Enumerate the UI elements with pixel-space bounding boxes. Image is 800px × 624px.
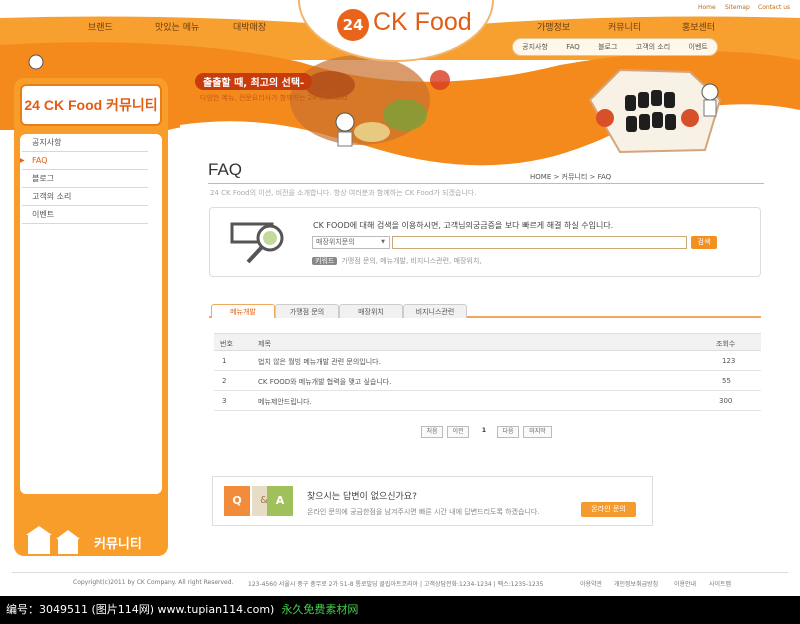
header-title: 제목	[258, 340, 271, 348]
sidebar-item-notice[interactable]: 공지사항	[22, 134, 148, 152]
community-subnav: 공지사항 FAQ 블로그 고객의 소리 이벤트	[512, 38, 718, 56]
sidebar-item-faq-label: FAQ	[32, 156, 48, 165]
page-next-button[interactable]: 다음	[497, 426, 519, 438]
mascot-girl-image	[28, 54, 44, 70]
keyword-line: 키워드 가맹점 문의, 메뉴개발, 비지니스관련, 매장위치,	[312, 256, 482, 266]
row-no: 2	[222, 377, 227, 385]
qa-q-badge: Q	[224, 486, 250, 516]
util-sitemap-link[interactable]: Sitemap	[725, 4, 750, 11]
row-views: 123	[722, 357, 736, 365]
sidebar-item-event[interactable]: 이벤트	[22, 206, 148, 224]
footer-divider	[12, 572, 788, 573]
page-first-button[interactable]: 처음	[421, 426, 443, 438]
qa-description: 온라인 문의에 궁금한점을 남겨주시면 빠른 시간 내에 답변드리도록 하겠습니…	[307, 508, 540, 516]
title-divider	[208, 183, 764, 184]
mascot-boy-image	[701, 83, 719, 101]
row-title[interactable]: 법치 않은 월빙 메뉴개발 관련 문의입니다.	[258, 357, 381, 367]
keyword-tag: 키워드	[312, 257, 338, 265]
footer-privacy-link[interactable]: 개인정보취급방침	[614, 579, 658, 588]
sidebar-title: 24 CK Food 커뮤니티	[20, 84, 162, 126]
logo-name: CK Food	[373, 8, 472, 36]
table-row[interactable]: 2 CK FOOD와 메뉴개발 협력을 맺고 싶습니다. 55	[214, 371, 761, 391]
gnav-menu[interactable]: 맛있는 메뉴	[155, 20, 199, 33]
footer-guide-link[interactable]: 이용안내	[674, 579, 696, 588]
table-row[interactable]: 3 메뉴제안드립니다. 300	[214, 391, 761, 411]
tab-business[interactable]: 비지니스관련	[403, 304, 467, 318]
row-title[interactable]: CK FOOD와 메뉴개발 협력을 맺고 싶습니다.	[258, 377, 391, 387]
gnav-brand[interactable]: 브랜드	[88, 20, 113, 33]
footer-terms-link[interactable]: 이용약관	[580, 579, 602, 588]
tab-franchise[interactable]: 가맹점 문의	[275, 304, 339, 318]
subnav-notice[interactable]: 공지사항	[522, 42, 548, 52]
search-description: CK FOOD에 대해 검색을 이용하시면, 고객님의궁금증을 보다 빠르게 해…	[313, 221, 614, 230]
page-last-button[interactable]: 마지막	[523, 426, 552, 438]
table-header: 번호 제목 조회수	[214, 333, 761, 351]
logo-number: 24	[337, 9, 369, 41]
footer-address: 123-4560 서울시 중구 충무로 2가 51-8 통로빌딩 클립아트코리아…	[248, 581, 544, 588]
gnav-community[interactable]: 커뮤니티	[608, 20, 641, 33]
keyword-list[interactable]: 가맹점 문의, 메뉴개발, 비지니스관련, 매장위치,	[341, 257, 481, 265]
svg-text:커뮤니티: 커뮤니티	[94, 536, 142, 552]
sidebar-item-blog[interactable]: 블로그	[22, 170, 148, 188]
watermark-bar: 编号：3049511 (图片114网) www.tupian114.com) 永…	[0, 596, 800, 624]
chevron-down-icon: ▼	[381, 239, 385, 245]
search-button[interactable]: 검색	[691, 236, 717, 249]
row-views: 55	[722, 377, 731, 385]
subnav-event[interactable]: 이벤트	[689, 42, 708, 52]
header-views: 조회수	[716, 340, 736, 348]
slogan-main: 출출할 때, 최고의 선택-	[195, 73, 313, 90]
sidebar-item-faq[interactable]: ▶ FAQ	[20, 152, 148, 170]
town-illustration: 커뮤니티	[26, 526, 142, 554]
search-category-select[interactable]: 매장위치문의 ▼	[312, 236, 390, 249]
tab-menu-dev[interactable]: 메뉴개발	[211, 304, 275, 318]
qa-a-badge: A	[267, 486, 293, 516]
util-home-link[interactable]: Home	[698, 4, 716, 11]
magnifier-icon	[230, 222, 284, 264]
qa-box: Q & A 찾으시는 답변이 없으신가요? 온라인 문의에 궁금한점을 남겨주시…	[212, 476, 653, 526]
footer-copyright: Copyright(c)2011 by CK Company. All righ…	[73, 579, 234, 586]
subnav-faq[interactable]: FAQ	[566, 43, 580, 51]
gnav-pr-center[interactable]: 홍보센터	[682, 20, 715, 33]
page-intro: 24 CK Food의 이션, 비전을 소개합니다. 항상 여러분과 함께하는 …	[210, 189, 477, 197]
qa-title: 찾으시는 답변이 없으신가요?	[307, 492, 417, 502]
row-title[interactable]: 메뉴제안드립니다.	[258, 397, 312, 407]
page-current[interactable]: 1	[478, 426, 490, 438]
table-row[interactable]: 1 법치 않은 월빙 메뉴개발 관련 문의입니다. 123	[214, 351, 761, 371]
search-input[interactable]	[392, 236, 687, 249]
breadcrumb: HOME > 커뮤니티 > FAQ	[530, 173, 612, 181]
mascot-chef-image	[335, 112, 355, 132]
online-inquiry-button[interactable]: 온라인 문의	[581, 502, 636, 517]
util-contact-link[interactable]: Contact us	[758, 4, 790, 11]
arrow-icon: ▶	[20, 157, 25, 164]
gnav-franchise[interactable]: 가맹정보	[537, 20, 570, 33]
footer-sitemap-link[interactable]: 사이트맵	[709, 579, 731, 588]
category-tabs: 메뉴개발 가맹점 문의 매장위치 비지니스관련	[209, 304, 761, 318]
row-no: 3	[222, 397, 227, 405]
page-prev-button[interactable]: 이전	[447, 426, 469, 438]
subnav-blog[interactable]: 블로그	[598, 42, 617, 52]
subnav-voice[interactable]: 고객의 소리	[636, 42, 670, 52]
sidebar-item-voice[interactable]: 고객의 소리	[22, 188, 148, 206]
row-no: 1	[222, 357, 227, 365]
header-no: 번호	[220, 340, 233, 348]
watermark-id: 编号：3049511 (图片114网) www.tupian114.com)	[6, 603, 275, 616]
watermark-slogan: 永久免费素材网	[281, 603, 359, 616]
row-views: 300	[719, 397, 733, 405]
slogan-sub: 다양한 메뉴, 전문요리사가 함께하는 24 CK Food	[200, 94, 348, 102]
tab-store-location[interactable]: 매장위치	[339, 304, 403, 318]
page-title: FAQ	[208, 160, 243, 179]
search-category-value: 매장위치문의	[316, 238, 355, 246]
gnav-stores[interactable]: 대박매장	[233, 20, 266, 33]
